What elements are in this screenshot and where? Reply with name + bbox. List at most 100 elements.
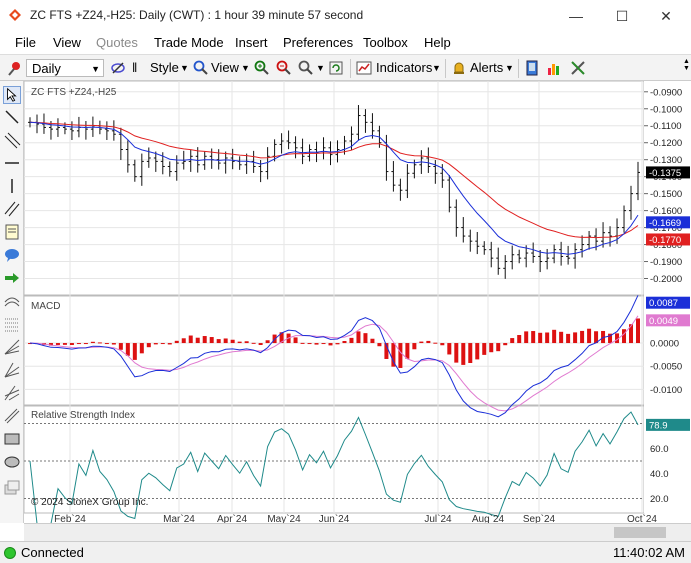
scrollbar-thumb[interactable] — [614, 527, 666, 538]
macd-histogram-bar — [300, 342, 305, 344]
macd-histogram-bar — [559, 331, 564, 344]
macd-histogram-bar — [90, 341, 95, 344]
menu-quotes[interactable]: Quotes — [96, 35, 138, 50]
parallel-lines-tool-icon[interactable] — [3, 200, 21, 218]
zoom-out-icon[interactable] — [276, 59, 292, 77]
price-axis-label: -0.1000 — [650, 104, 682, 115]
pointer-tool-icon[interactable] — [3, 86, 21, 104]
x-axis-label: Mar`24 — [163, 513, 195, 523]
indicators-menu[interactable]: Indicators — [376, 59, 432, 77]
text-note-tool-icon[interactable] — [3, 223, 21, 241]
menu-insert[interactable]: Insert — [235, 35, 268, 50]
chart-area[interactable]: Feb`24 Mar`24 Apr`24 May`24 Jun`24 Jul`24 Aug`… — [23, 80, 691, 525]
price-axis-label: -0.1200 — [650, 138, 682, 149]
menu-trade-mode[interactable]: Trade Mode — [154, 35, 224, 50]
menu-help[interactable]: Help — [424, 35, 451, 50]
rectangle-tool-icon[interactable] — [3, 430, 21, 448]
status-bar: Connected 11:40:02 AM — [0, 541, 691, 563]
macd-histogram-bar — [174, 340, 179, 344]
style-menu[interactable]: Style — [150, 59, 179, 77]
rsi-value-tag: 78.9 — [649, 420, 668, 431]
erase-tool-icon[interactable] — [3, 478, 21, 496]
alerts-chevron-icon: ▼ — [505, 63, 514, 73]
macd-histogram-bar — [167, 343, 172, 345]
vertical-line-tool-icon[interactable] — [3, 177, 21, 195]
macd-histogram-bar — [496, 343, 501, 352]
x-axis-label: Sep`24 — [523, 513, 556, 523]
last-price-tag: -0.1375 — [649, 168, 681, 179]
arrow-tool-icon[interactable] — [3, 269, 21, 287]
x-axis-label: Jun`24 — [319, 513, 350, 523]
close-button[interactable]: ✕ — [656, 6, 676, 26]
ellipse-tool-icon[interactable] — [3, 453, 21, 471]
price-axis-label: -0.1300 — [650, 155, 682, 166]
macd-histogram-bar — [447, 343, 452, 355]
macd-histogram-bar — [118, 343, 123, 350]
menu-file[interactable]: File — [15, 35, 36, 50]
macd-histogram-bar — [489, 343, 494, 353]
toolbar-overflow-icon[interactable]: ▲ ▼ — [683, 58, 690, 78]
macd-histogram-bar — [335, 343, 340, 345]
maximize-button[interactable]: ☐ — [612, 6, 632, 26]
price-axis-label: -0.2000 — [650, 274, 682, 285]
macd-histogram-bar — [104, 343, 109, 345]
grid-tool-icon[interactable] — [3, 315, 21, 333]
macd-histogram-bar — [398, 343, 403, 368]
arc-tool-icon[interactable] — [3, 292, 21, 310]
pitchfork-tool-icon[interactable] — [3, 384, 21, 402]
price-panel-title: ZC FTS +Z24,-H25 — [31, 87, 117, 98]
trendline-tool-icon[interactable] — [3, 108, 21, 126]
macd-histogram-bar — [412, 343, 417, 350]
macd-histogram-bar — [153, 343, 158, 345]
time-scrollbar[interactable] — [24, 523, 691, 541]
macd-histogram-bar — [321, 343, 326, 345]
macd-histogram-bar — [265, 340, 270, 344]
crosshair-style-icon[interactable] — [110, 59, 126, 77]
horizontal-line-tool-icon[interactable] — [3, 154, 21, 172]
macd-histogram-bar — [545, 332, 550, 344]
channel-tool-icon[interactable] — [3, 131, 21, 149]
macd-histogram-bar — [538, 332, 543, 344]
drawing-tools-panel — [0, 81, 24, 523]
menu-toolbox[interactable]: Toolbox — [363, 35, 408, 50]
rsi-axis-label: 40.0 — [650, 469, 669, 480]
macd-axis-label: 0.0000 — [650, 339, 679, 350]
price-axis-label: -0.1600 — [650, 206, 682, 217]
macd-histogram-bar — [209, 337, 214, 344]
speed-lines-tool-icon[interactable] — [3, 407, 21, 425]
style-chevron-icon: ▼ — [180, 63, 189, 73]
gann-fan-tool-icon[interactable] — [3, 361, 21, 379]
refresh-icon[interactable] — [328, 59, 344, 77]
callout-tool-icon[interactable] — [3, 246, 21, 264]
rsi-axis-label: 60.0 — [650, 444, 669, 455]
macd-histogram-bar — [314, 343, 319, 345]
alerts-menu[interactable]: Alerts — [470, 59, 503, 77]
indicators-icon[interactable] — [356, 59, 372, 77]
period-select[interactable]: Daily ▼ — [26, 59, 104, 77]
view-menu[interactable]: View — [211, 59, 239, 77]
pin-icon[interactable] — [6, 59, 24, 77]
rsi-panel-title: Relative Strength Index — [31, 410, 135, 421]
quote-board-icon[interactable] — [524, 59, 540, 77]
menu-preferences[interactable]: Preferences — [283, 35, 353, 50]
zoom-menu-icon[interactable] — [298, 59, 314, 77]
tools-icon[interactable] — [570, 59, 586, 77]
chart-svg[interactable]: Feb`24 Mar`24 Apr`24 May`24 Jun`24 Jul`24 Aug`… — [23, 80, 691, 525]
x-axis-label: Feb`24 — [54, 513, 86, 523]
macd-histogram-bar — [230, 339, 235, 344]
rsi-axis-label: 20.0 — [650, 494, 669, 505]
macd-axis-label: -0.0100 — [650, 385, 682, 396]
menu-bar: File View Quotes Trade Mode Insert Prefe… — [0, 32, 691, 54]
view-chevron-icon: ▼ — [241, 63, 250, 73]
zoom-in-icon[interactable] — [254, 59, 270, 77]
macd-histogram-bar — [426, 340, 431, 344]
macd-histogram-bar — [125, 343, 130, 356]
histogram-icon[interactable] — [546, 59, 562, 77]
minimize-button[interactable]: — — [566, 6, 586, 26]
menu-view[interactable]: View — [53, 35, 81, 50]
fan-tool-icon[interactable] — [3, 338, 21, 356]
magnifier-icon[interactable] — [193, 59, 209, 77]
bell-icon[interactable] — [451, 59, 467, 77]
connection-status-icon — [4, 547, 16, 559]
signal-value-tag: 0.0049 — [649, 316, 678, 327]
